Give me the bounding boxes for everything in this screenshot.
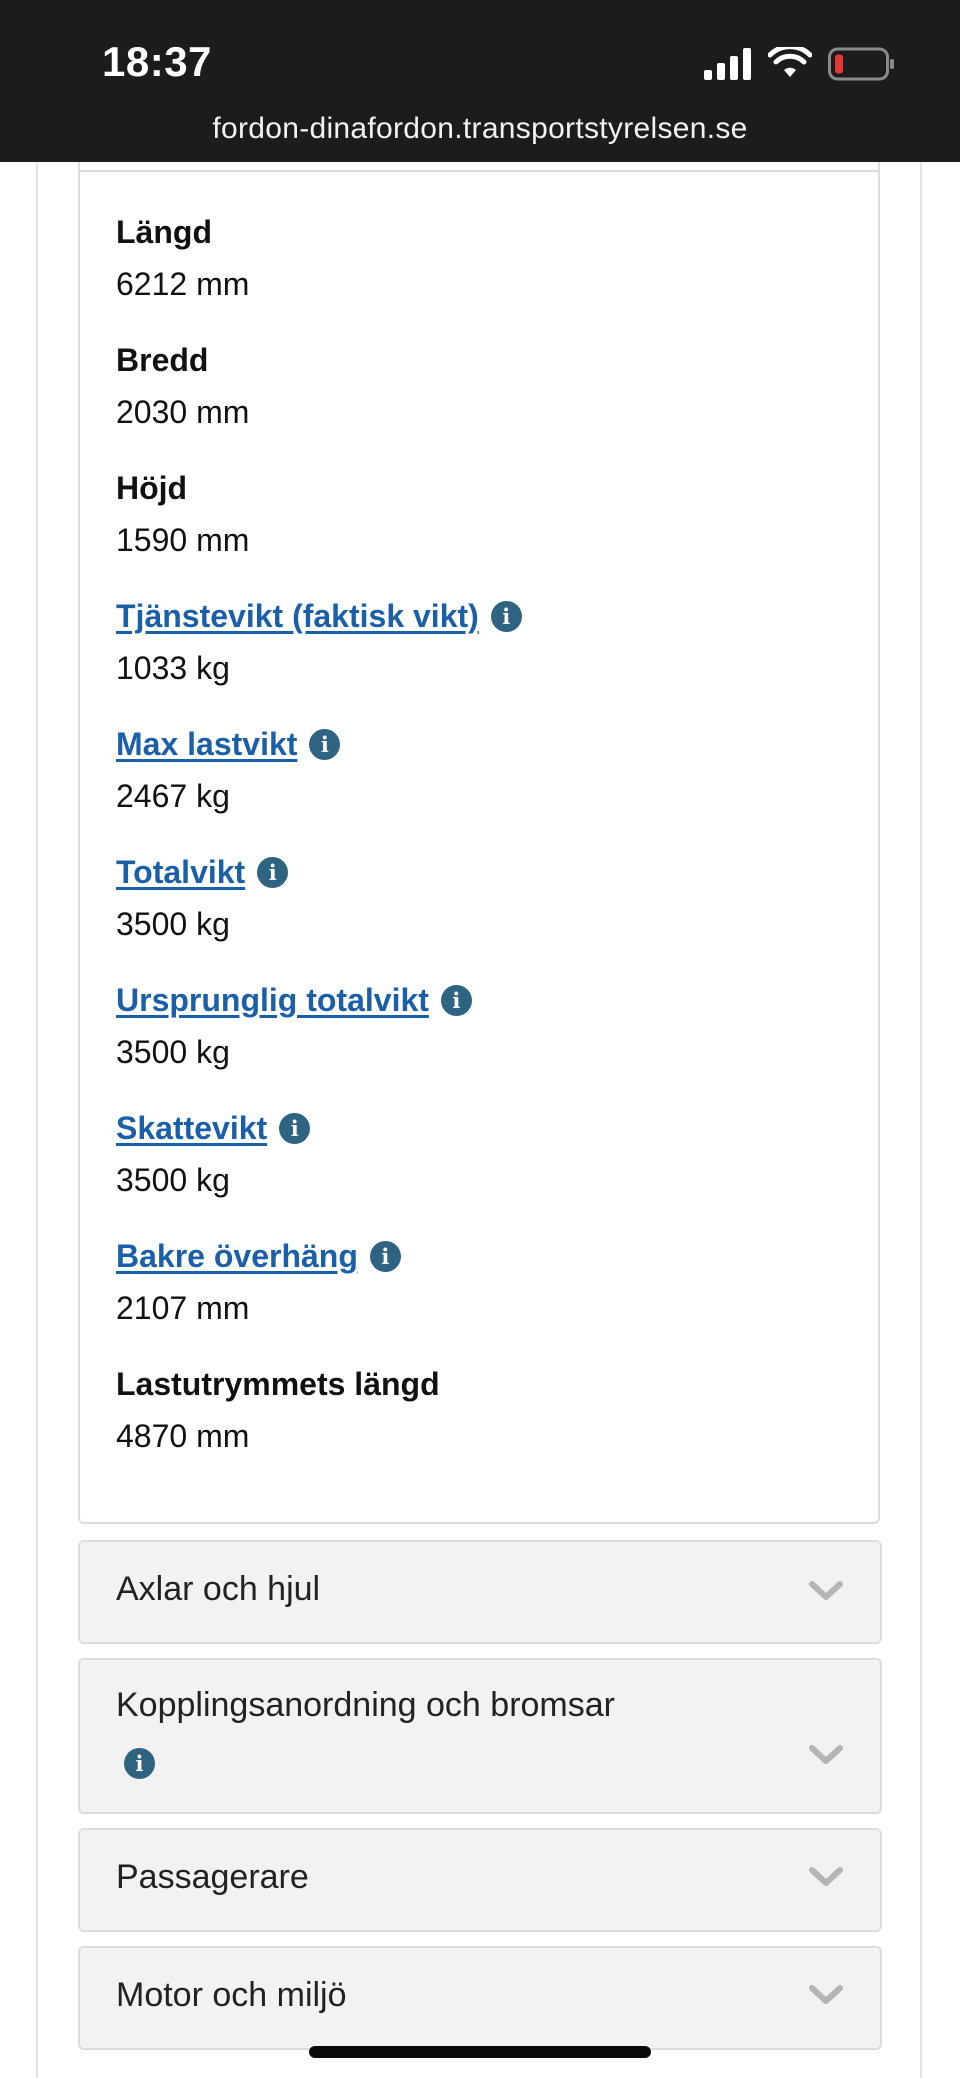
accordion-title: Kopplingsanordning och bromsar [116, 1686, 615, 1724]
page-edge-left [36, 162, 38, 2078]
curb-weight-link[interactable]: Tjänstevikt (faktisk vikt) [116, 598, 479, 635]
tax-weight-link[interactable]: Skattevikt [116, 1110, 267, 1147]
field-value: 3500 kg [116, 1162, 230, 1198]
info-icon[interactable]: i [257, 856, 289, 888]
original-total-weight-link[interactable]: Ursprunglig totalvikt [116, 982, 429, 1019]
chevron-down-icon [809, 1985, 843, 2004]
dimensions-panel: Längd 6212 mm Bredd 2030 mm Höjd 1590 mm… [78, 162, 880, 1524]
field-total-weight: Totalvikt i 3500 kg [116, 850, 289, 946]
field-label: Bredd [116, 341, 209, 378]
status-icons [704, 44, 896, 84]
field-curb-weight: Tjänstevikt (faktisk vikt) i 1033 kg [116, 594, 522, 690]
field-label: Längd [116, 213, 212, 250]
rear-overhang-link[interactable]: Bakre överhäng [116, 1238, 358, 1275]
accordion-axles-wheels[interactable]: Axlar och hjul [78, 1540, 882, 1644]
field-length: Längd 6212 mm [116, 210, 249, 306]
panel-divider [80, 170, 878, 172]
status-bar: 18:37 fordon-dinafordon.transportstyrels… [0, 0, 960, 162]
field-label: Max lastvikt i [116, 722, 341, 766]
battery-low-icon [828, 47, 894, 81]
status-time: 18:37 [102, 38, 212, 85]
field-original-total-weight: Ursprunglig totalvikt i 3500 kg [116, 978, 472, 1074]
field-label: Bakre överhäng i [116, 1234, 401, 1278]
accordion-title: Motor och miljö [116, 1976, 347, 2014]
field-rear-overhang: Bakre överhäng i 2107 mm [116, 1234, 401, 1330]
field-value: 6212 mm [116, 266, 250, 302]
field-value: 1033 kg [116, 650, 230, 686]
field-value: 3500 kg [116, 1034, 230, 1070]
accordion-passengers[interactable]: Passagerare [78, 1828, 882, 1932]
field-label: Lastutrymmets längd [116, 1365, 440, 1402]
field-label: Totalvikt i [116, 850, 289, 894]
field-value: 1590 mm [116, 522, 250, 558]
accordion-title: Passagerare [116, 1858, 309, 1896]
accordion-title: Axlar och hjul [116, 1570, 321, 1608]
field-height: Höjd 1590 mm [116, 466, 249, 562]
home-indicator[interactable] [309, 2046, 651, 2058]
field-label: Skattevikt i [116, 1106, 311, 1150]
field-label: Ursprunglig totalvikt i [116, 978, 472, 1022]
info-icon[interactable]: i [124, 1748, 155, 1779]
page-edge-right [920, 162, 922, 2078]
accordion-coupling-brakes[interactable]: Kopplingsanordning och bromsar i [78, 1658, 882, 1814]
field-value: 3500 kg [116, 906, 230, 942]
field-label: Höjd [116, 469, 188, 506]
info-icon[interactable]: i [369, 1240, 401, 1272]
chevron-down-icon [809, 1745, 843, 1764]
info-icon[interactable]: i [309, 728, 341, 760]
field-cargo-length: Lastutrymmets längd 4870 mm [116, 1362, 440, 1458]
info-icon[interactable]: i [490, 600, 522, 632]
info-icon[interactable]: i [279, 1112, 311, 1144]
accordion-engine-environment[interactable]: Motor och miljö [78, 1946, 882, 2050]
chevron-down-icon [809, 1867, 843, 1886]
field-value: 2467 kg [116, 778, 230, 814]
field-value: 2107 mm [116, 1290, 250, 1326]
total-weight-link[interactable]: Totalvikt [116, 854, 245, 891]
field-width: Bredd 2030 mm [116, 338, 249, 434]
field-max-load: Max lastvikt i 2467 kg [116, 722, 341, 818]
field-tax-weight: Skattevikt i 3500 kg [116, 1106, 311, 1202]
wifi-icon [768, 47, 812, 77]
chevron-down-icon [809, 1581, 843, 1600]
max-load-link[interactable]: Max lastvikt [116, 726, 297, 763]
field-value: 2030 mm [116, 394, 250, 430]
signal-icon [704, 48, 751, 80]
browser-url[interactable]: fordon-dinafordon.transportstyrelsen.se [0, 112, 960, 146]
field-value: 4870 mm [116, 1418, 250, 1454]
field-label: Tjänstevikt (faktisk vikt) i [116, 594, 522, 638]
info-icon[interactable]: i [440, 984, 472, 1016]
